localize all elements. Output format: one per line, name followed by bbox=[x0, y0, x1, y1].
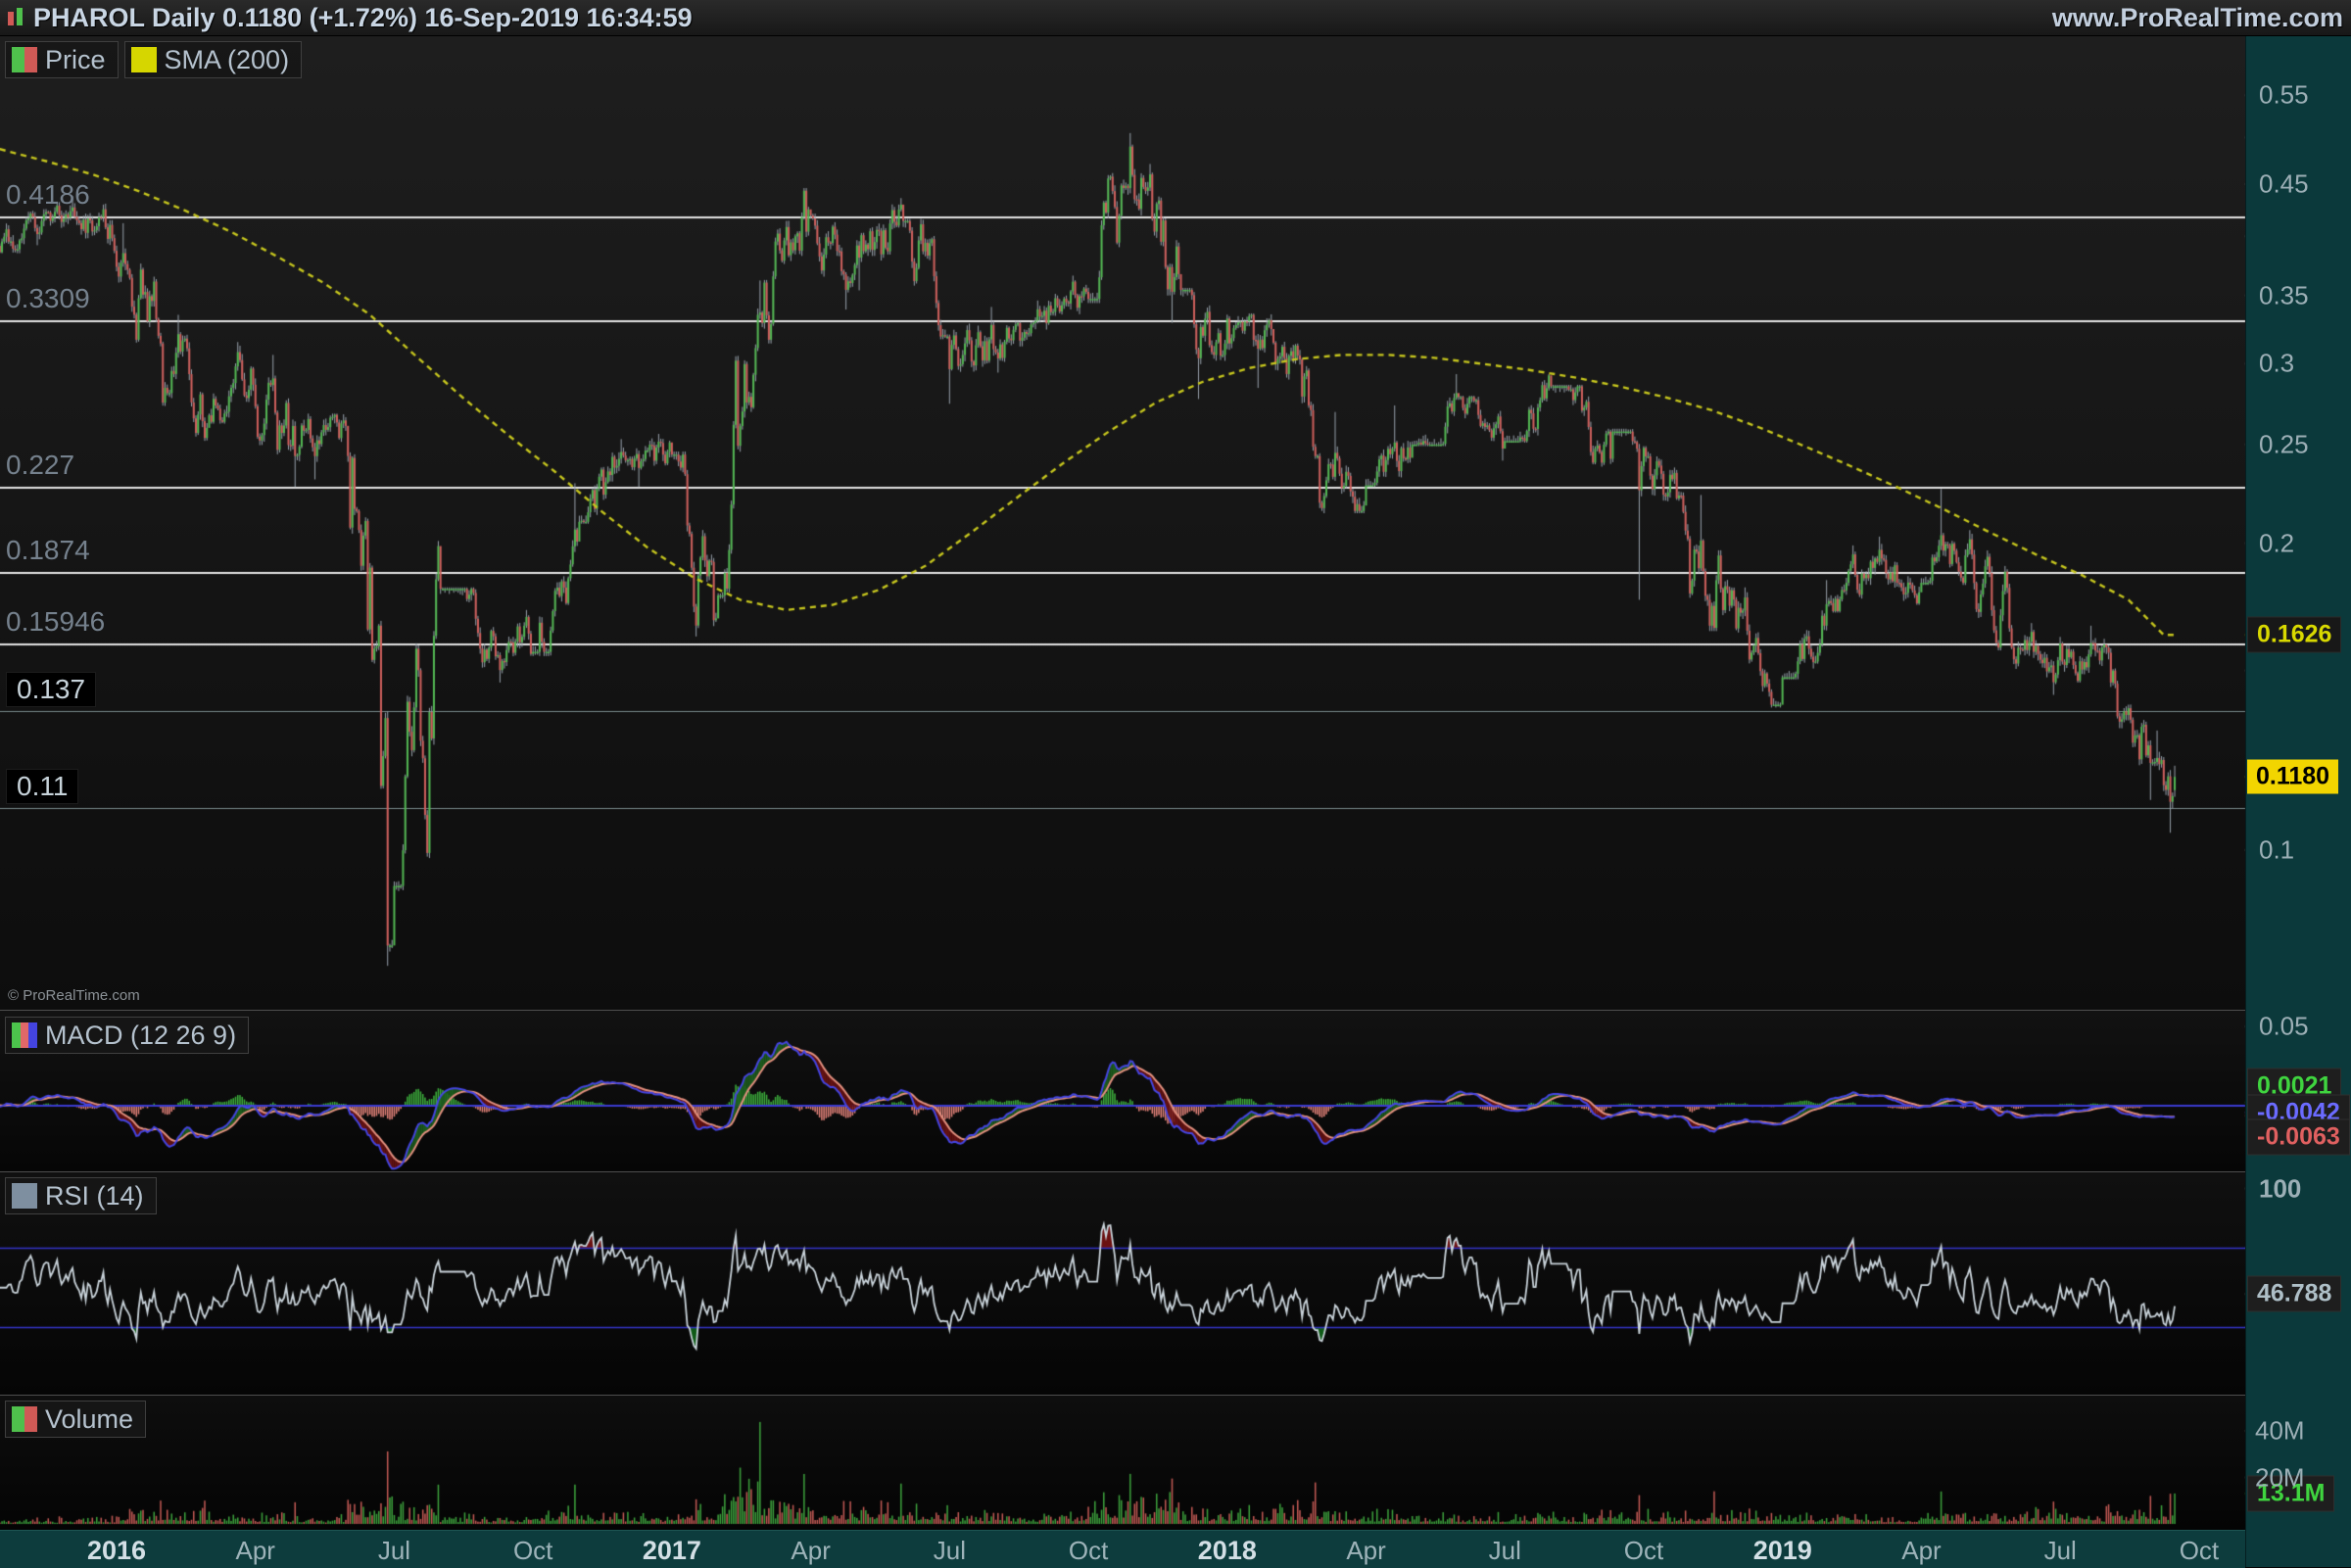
price-axis-label: 0.3 bbox=[2259, 349, 2294, 379]
rsi-axis-label-100: 100 bbox=[2259, 1173, 2301, 1204]
price-current-value-box: 0.1180 bbox=[2247, 760, 2338, 794]
x-axis-month-label: Jul bbox=[934, 1536, 966, 1566]
volume-legend-chip[interactable]: Volume bbox=[5, 1401, 146, 1438]
rsi-current-value-box: 46.788 bbox=[2247, 1276, 2341, 1312]
price-level-label: 0.4186 bbox=[6, 179, 90, 211]
x-axis-month-label: Jul bbox=[1489, 1536, 1521, 1566]
volume-axis-label-20m: 20M bbox=[2255, 1462, 2305, 1493]
price-level-label: 0.15946 bbox=[6, 606, 105, 638]
volume-icon bbox=[12, 1406, 37, 1432]
copyright-watermark: © ProRealTime.com bbox=[8, 987, 140, 1004]
x-axis-month-label: Oct bbox=[1069, 1536, 1108, 1566]
x-axis-month-label: Jul bbox=[378, 1536, 410, 1566]
price-icon bbox=[12, 47, 37, 72]
volume-legend-row: Volume bbox=[5, 1401, 146, 1438]
price-level-label: 0.11 bbox=[6, 769, 78, 804]
macd-legend-chip[interactable]: MACD (12 26 9) bbox=[5, 1017, 249, 1054]
price-legend-row: Price SMA (200) bbox=[5, 41, 302, 78]
x-axis-year-label: 2016 bbox=[87, 1536, 146, 1566]
price-axis-label: 0.1 bbox=[2259, 835, 2294, 866]
volume-legend-label: Volume bbox=[45, 1404, 133, 1435]
macd-legend-row: MACD (12 26 9) bbox=[5, 1017, 249, 1054]
rsi-legend-row: RSI (14) bbox=[5, 1177, 157, 1214]
title-bar: PHAROL Daily 0.1180 (+1.72%) 16-Sep-2019… bbox=[0, 0, 2351, 36]
x-axis-year-label: 2019 bbox=[1753, 1536, 1812, 1566]
x-axis-month-label: Apr bbox=[1346, 1536, 1385, 1566]
candlestick-icon bbox=[6, 6, 27, 29]
sma-icon bbox=[131, 47, 157, 72]
pane-separator[interactable] bbox=[0, 1395, 2245, 1396]
rsi-icon bbox=[12, 1183, 37, 1209]
x-axis-month-label: Apr bbox=[791, 1536, 830, 1566]
x-axis-month-label: Oct bbox=[2180, 1536, 2219, 1566]
price-legend-chip[interactable]: Price bbox=[5, 41, 119, 78]
pane-separator[interactable] bbox=[0, 1010, 2245, 1011]
price-axis-label: 0.2 bbox=[2259, 528, 2294, 558]
macd-signal-value-box: -0.0063 bbox=[2247, 1119, 2350, 1156]
price-axis-column[interactable] bbox=[2245, 35, 2351, 1567]
x-axis-month-label: Oct bbox=[513, 1536, 552, 1566]
x-axis-month-label: Jul bbox=[2044, 1536, 2077, 1566]
price-level-label: 0.3309 bbox=[6, 283, 90, 314]
volume-axis-label-40m: 40M bbox=[2255, 1416, 2305, 1447]
prorealtime-window: { "header": { "title": "PHAROL Daily 0.1… bbox=[0, 0, 2351, 1567]
x-axis-year-label: 2018 bbox=[1198, 1536, 1257, 1566]
price-level-label: 0.227 bbox=[6, 450, 74, 481]
macd-axis-label: 0.05 bbox=[2259, 1012, 2309, 1042]
price-axis-label: 0.35 bbox=[2259, 280, 2309, 310]
macd-icon bbox=[12, 1022, 37, 1048]
rsi-legend-label: RSI (14) bbox=[45, 1181, 144, 1212]
macd-legend-label: MACD (12 26 9) bbox=[45, 1021, 236, 1051]
x-axis-month-label: Apr bbox=[1901, 1536, 1941, 1566]
price-level-label: 0.1874 bbox=[6, 535, 90, 566]
sma-legend-chip[interactable]: SMA (200) bbox=[124, 41, 303, 78]
price-axis-label: 0.45 bbox=[2259, 169, 2309, 200]
sma-current-value-box: 0.1626 bbox=[2247, 617, 2341, 653]
price-axis-label: 0.25 bbox=[2259, 429, 2309, 459]
pane-separator[interactable] bbox=[0, 1171, 2245, 1172]
x-axis-year-label: 2017 bbox=[643, 1536, 701, 1566]
instrument-title: PHAROL Daily 0.1180 (+1.72%) 16-Sep-2019… bbox=[33, 3, 693, 33]
prorealtime-link: www.ProRealTime.com bbox=[2052, 3, 2343, 33]
x-axis-month-label: Oct bbox=[1624, 1536, 1663, 1566]
price-legend-label: Price bbox=[45, 45, 106, 75]
price-axis-label: 0.55 bbox=[2259, 80, 2309, 111]
rsi-legend-chip[interactable]: RSI (14) bbox=[5, 1177, 157, 1214]
x-axis-month-label: Apr bbox=[235, 1536, 274, 1566]
sma-legend-label: SMA (200) bbox=[165, 45, 290, 75]
price-level-label: 0.137 bbox=[6, 672, 96, 707]
chart-canvas[interactable] bbox=[0, 0, 2351, 1567]
